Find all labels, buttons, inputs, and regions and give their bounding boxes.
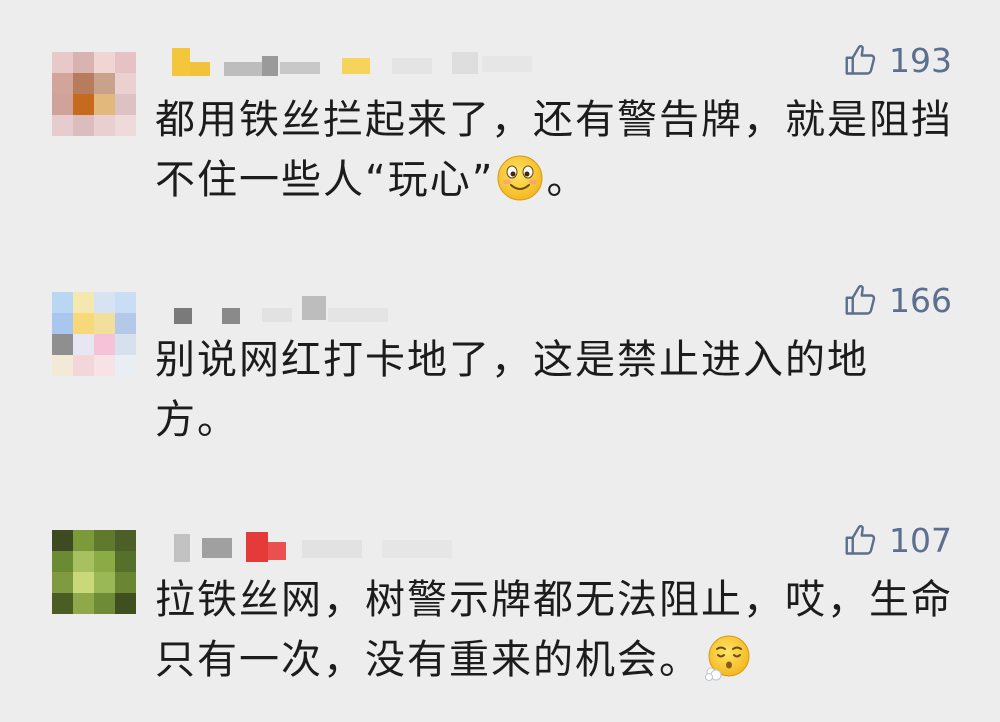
like-count: 107 bbox=[889, 520, 952, 560]
like-button[interactable]: 193 bbox=[843, 40, 952, 80]
username-blurred[interactable] bbox=[162, 528, 542, 568]
comment-text: 都用铁丝拦起来了，还有警告牌，就是阻挡不住一些人“玩心” 。 bbox=[155, 97, 953, 203]
username-blurred[interactable] bbox=[162, 40, 542, 80]
thumbs-up-icon bbox=[845, 284, 876, 315]
thumbs-up-icon bbox=[845, 524, 876, 555]
like-button[interactable]: 107 bbox=[843, 520, 952, 560]
sigh-emoji-icon bbox=[705, 635, 750, 681]
like-button[interactable]: 166 bbox=[843, 280, 952, 320]
smile-emoji-icon bbox=[497, 155, 543, 201]
like-count: 193 bbox=[889, 40, 952, 80]
thumbs-up-icon bbox=[845, 44, 876, 75]
avatar[interactable] bbox=[52, 52, 136, 136]
avatar[interactable] bbox=[52, 530, 136, 614]
avatar[interactable] bbox=[52, 292, 136, 376]
comment-text: 拉铁丝网，树警示牌都无法阻止，哎，生命只有一次，没有重来的机会。 bbox=[155, 577, 953, 683]
like-count: 166 bbox=[889, 280, 952, 320]
username-blurred[interactable] bbox=[162, 290, 542, 330]
comment-text: 别说网红打卡地了，这是禁止进入的地方。 bbox=[155, 337, 869, 443]
